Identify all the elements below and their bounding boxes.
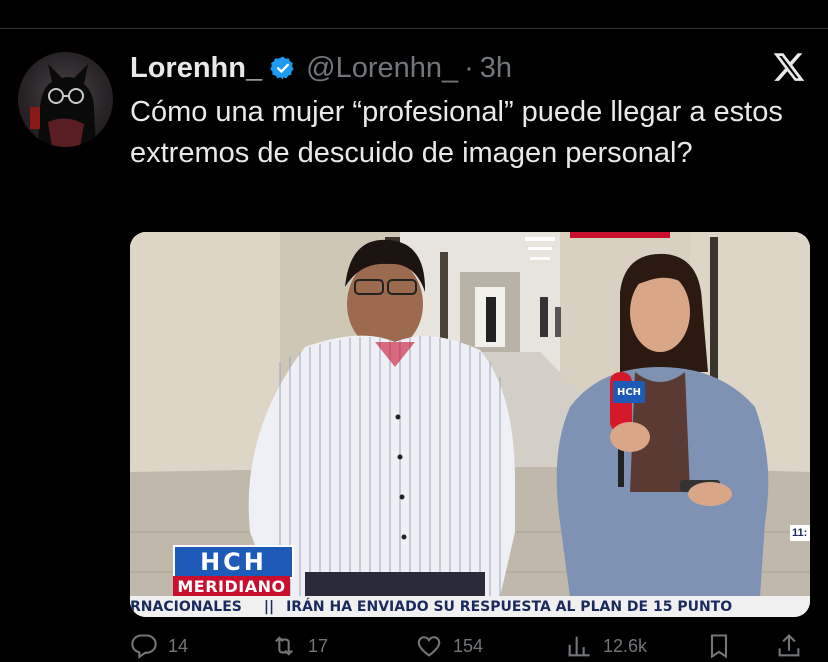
x-logo-icon[interactable]: [772, 50, 806, 84]
mic-flag-label: HCH: [616, 386, 642, 398]
bookmark-icon: [710, 634, 728, 659]
broadcast-clock: 11:: [790, 525, 810, 541]
retweet-icon: [275, 636, 293, 656]
avatar-cat-icon: [30, 64, 96, 147]
retweet-button[interactable]: 17: [270, 632, 328, 660]
program-label: MERIDIANO: [173, 576, 290, 596]
ticker-headline: IRÁN HA ENVIADO SU RESPUESTA AL PLAN DE …: [286, 598, 733, 615]
like-button[interactable]: 154: [415, 632, 483, 660]
tweet-header: Lorenhn_ @Lorenhn_ · 3h: [130, 48, 512, 88]
reply-count: 14: [168, 635, 189, 656]
bookmark-button[interactable]: [705, 632, 743, 660]
views-count: 12.6k: [603, 635, 648, 656]
program-label-text: MERIDIANO: [177, 576, 286, 596]
channel-logo-text: HCH: [200, 548, 267, 576]
tweet-time[interactable]: 3h: [480, 52, 512, 85]
views-icon: [568, 636, 590, 657]
channel-logo: HCH: [173, 545, 294, 579]
share-button[interactable]: [775, 632, 813, 660]
share-icon: [778, 634, 800, 657]
retweet-count: 17: [308, 635, 329, 656]
tweet-text: Cómo una mujer “profesional” puede llega…: [130, 96, 783, 169]
verified-badge-icon: [270, 56, 294, 80]
ticker-separator: ||: [263, 598, 275, 615]
author-name[interactable]: Lorenhn_: [130, 52, 262, 85]
reply-icon: [131, 634, 157, 659]
tweet-media-video[interactable]: HCH 11: HCH MERIDIANO RNACIONALES || IRÁ…: [130, 232, 810, 617]
author-handle[interactable]: @Lorenhn_: [306, 52, 458, 85]
views-button[interactable]: 12.6k: [565, 632, 647, 660]
separator-dot: ·: [464, 51, 474, 84]
author-avatar[interactable]: [18, 52, 113, 147]
microphone-flag: HCH: [613, 381, 645, 403]
top-divider: [0, 28, 828, 29]
reply-button[interactable]: 14: [130, 632, 188, 660]
ticker-section: RNACIONALES: [130, 598, 242, 615]
like-count: 154: [453, 635, 484, 656]
news-ticker: RNACIONALES || IRÁN HA ENVIADO SU RESPUE…: [130, 596, 810, 617]
tweet-actions: 14 17 154 12.6k: [130, 632, 810, 662]
heart-icon: [417, 636, 441, 657]
